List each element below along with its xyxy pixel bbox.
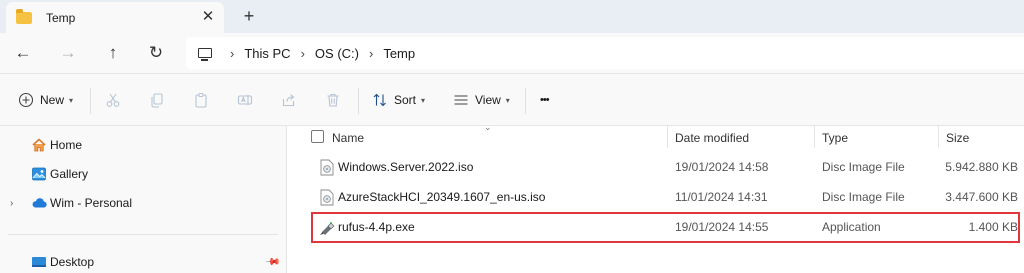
chevron-right-icon[interactable]: › xyxy=(369,46,373,61)
file-type: Disc Image File xyxy=(822,160,905,174)
file-date-modified: 11/01/2024 14:31 xyxy=(675,190,768,204)
toolbar-divider xyxy=(358,88,359,114)
file-name: AzureStackHCI_20349.1607_en-us.iso xyxy=(338,190,546,204)
up-button[interactable]: ↑ xyxy=(100,41,126,65)
sidebar-item-home[interactable]: Home xyxy=(0,132,286,158)
sort-icon xyxy=(373,93,386,107)
paste-icon xyxy=(195,92,207,108)
sidebar-item-label: Desktop xyxy=(50,255,95,269)
refresh-button[interactable]: ↻ xyxy=(143,41,169,65)
tab-temp[interactable]: Temp ✕ xyxy=(6,2,224,33)
chevron-right-icon[interactable]: › xyxy=(10,198,13,209)
sidebar-item-wim-personal[interactable]: › Wim - Personal xyxy=(0,190,286,216)
this-pc-icon[interactable] xyxy=(198,48,212,61)
file-name: Windows.Server.2022.iso xyxy=(338,160,474,174)
sidebar-item-gallery[interactable]: Gallery xyxy=(0,161,286,187)
toolbar-divider xyxy=(90,88,91,114)
column-divider[interactable] xyxy=(938,126,939,148)
chevron-down-icon: ⌄ xyxy=(484,122,492,132)
share-icon xyxy=(282,94,295,107)
sidebar-divider xyxy=(8,234,278,235)
tab-strip: Temp ✕ + xyxy=(0,0,1024,33)
navigation-pane: Home Gallery › Wim - Personal Desktop 📌 xyxy=(0,126,286,273)
highlight-box xyxy=(311,212,1020,243)
view-label: View xyxy=(475,93,501,107)
new-tab-button[interactable]: + xyxy=(238,5,260,27)
plus-circle-icon xyxy=(18,92,34,108)
delete-icon xyxy=(327,93,339,107)
sidebar-item-desktop[interactable]: Desktop 📌 xyxy=(0,249,286,273)
more-label: ••• xyxy=(540,94,550,106)
file-type: Disc Image File xyxy=(822,190,905,204)
column-header-size[interactable]: Size xyxy=(946,127,969,149)
tab-title: Temp xyxy=(46,10,76,25)
chevron-down-icon: ▾ xyxy=(69,95,74,105)
cut-icon xyxy=(106,93,120,107)
forward-button[interactable]: → xyxy=(55,41,81,65)
folder-icon xyxy=(16,8,32,24)
sidebar-item-label: Home xyxy=(50,138,83,152)
breadcrumb-temp[interactable]: Temp xyxy=(383,46,415,61)
file-size: 5.942.880 KB xyxy=(945,160,1018,174)
sort-label: Sort xyxy=(394,93,417,107)
close-tab-icon[interactable]: ✕ xyxy=(198,7,218,27)
rename-button[interactable] xyxy=(237,87,253,113)
view-list-icon xyxy=(454,95,468,105)
rename-icon xyxy=(237,95,253,105)
view-button[interactable]: View ▾ xyxy=(453,87,510,113)
disc-image-icon xyxy=(320,189,334,206)
navigation-bar: ← → ↑ ↻ › This PC › OS (C:) › Temp xyxy=(0,33,1024,73)
delete-button[interactable] xyxy=(325,87,341,113)
table-row[interactable]: AzureStackHCI_20349.1607_en-us.iso 11/01… xyxy=(287,182,1024,212)
chevron-right-icon[interactable]: › xyxy=(230,46,234,61)
disc-image-icon xyxy=(320,159,334,176)
select-all-checkbox[interactable] xyxy=(311,130,324,143)
back-button[interactable]: ← xyxy=(10,41,36,65)
paste-button[interactable] xyxy=(193,87,209,113)
desktop-icon xyxy=(32,257,46,267)
copy-button[interactable] xyxy=(149,87,165,113)
breadcrumb-os-c[interactable]: OS (C:) xyxy=(315,46,359,61)
copy-icon xyxy=(151,93,163,108)
file-list: ⌄ Name Date modified Type Size Windows.S… xyxy=(287,122,1024,273)
column-divider[interactable] xyxy=(814,126,815,148)
breadcrumb-this-pc[interactable]: This PC xyxy=(244,46,290,61)
address-bar[interactable]: › This PC › OS (C:) › Temp xyxy=(186,37,1024,69)
table-row[interactable]: Windows.Server.2022.iso 19/01/2024 14:58… xyxy=(287,152,1024,182)
sort-button[interactable]: Sort ▾ xyxy=(372,87,425,113)
chevron-down-icon: ▾ xyxy=(421,95,426,105)
new-label: New xyxy=(40,93,65,107)
column-divider[interactable] xyxy=(667,126,668,148)
share-button[interactable] xyxy=(281,87,297,113)
new-button[interactable]: New ▾ xyxy=(18,87,73,113)
file-size: 3.447.600 KB xyxy=(945,190,1018,204)
file-date-modified: 19/01/2024 14:58 xyxy=(675,160,769,174)
column-header-name[interactable]: Name xyxy=(332,127,364,149)
pin-icon[interactable]: 📌 xyxy=(263,254,280,271)
chevron-down-icon: ▾ xyxy=(505,95,510,105)
gallery-icon xyxy=(32,167,46,181)
chevron-right-icon[interactable]: › xyxy=(301,46,305,61)
command-bar: New ▾ Sort ▾ View ▾ ••• xyxy=(0,73,1024,126)
column-header-type[interactable]: Type xyxy=(822,127,848,149)
toolbar-divider xyxy=(525,88,526,114)
onedrive-cloud-icon xyxy=(32,198,47,208)
home-icon xyxy=(32,138,46,152)
column-header-date-modified[interactable]: Date modified xyxy=(675,127,749,149)
more-options-button[interactable]: ••• xyxy=(540,87,550,113)
sidebar-item-label: Gallery xyxy=(50,167,89,181)
cut-button[interactable] xyxy=(105,87,121,113)
sidebar-item-label: Wim - Personal xyxy=(50,196,133,210)
